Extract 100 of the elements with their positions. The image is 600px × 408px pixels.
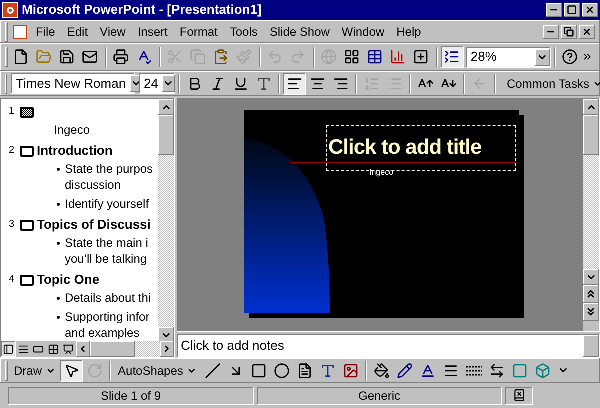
status-field: Slide 1 of 9 <box>8 386 254 404</box>
dash-style-icon <box>466 366 482 376</box>
clip-art-icon <box>342 362 359 378</box>
scroll-thumb[interactable] <box>158 115 174 155</box>
close-button[interactable] <box>582 3 598 17</box>
outline-slide-title[interactable]: Introduction <box>37 143 113 159</box>
title-placeholder[interactable]: Click to add title <box>326 125 516 171</box>
vertical-scrollbar[interactable] <box>158 99 174 343</box>
undo-icon <box>267 49 284 65</box>
new-document-icon <box>13 49 30 65</box>
slide-icon[interactable] <box>20 220 34 230</box>
previous-slide-icon[interactable] <box>585 288 597 300</box>
slide-number: 4 <box>9 273 16 287</box>
outline-text-line[interactable]: and examples <box>65 325 150 341</box>
pointer-icon <box>64 362 80 378</box>
outline-text-line[interactable]: Supporting infor <box>65 309 150 325</box>
slide-number: 3 <box>9 218 16 232</box>
outline-text-line[interactable]: Details about thi <box>65 290 152 306</box>
slide-view-icon <box>33 344 44 354</box>
slide-icon[interactable] <box>20 274 34 286</box>
vertical-scrollbar[interactable] <box>583 99 599 331</box>
maximize-icon <box>567 5 577 15</box>
outline-view-icon <box>18 344 29 354</box>
font-size-combo[interactable]: 24 <box>139 73 175 94</box>
bullet-icon <box>57 203 60 206</box>
menu-item[interactable]: File <box>30 22 62 40</box>
menu-item[interactable]: Tools <box>224 22 264 40</box>
normal-view-icon <box>3 344 14 354</box>
horizontal-scrollbar[interactable] <box>76 341 174 357</box>
draw-menu-button[interactable]: Draw <box>10 360 60 382</box>
outline-text-line[interactable]: State the main i <box>65 235 148 251</box>
bullet-icon <box>57 297 60 300</box>
line-color-icon <box>396 362 413 378</box>
close-icon <box>585 5 595 15</box>
outline-text-line[interactable]: discussion <box>65 177 154 193</box>
autoshapes-menu-button[interactable]: AutoShapes <box>114 360 202 382</box>
table-icon <box>367 49 384 65</box>
slide-sorter-icon <box>48 344 59 354</box>
rotate-icon <box>86 362 103 378</box>
align-center-icon <box>310 76 326 92</box>
outline-text-line[interactable]: State the purpos <box>65 161 154 177</box>
slide-number: 2 <box>9 144 16 158</box>
app-icon[interactable] <box>2 2 18 18</box>
slide-subtitle[interactable]: Ingeco <box>370 168 394 178</box>
rectangle-icon <box>250 362 267 378</box>
menu-item[interactable]: Format <box>174 22 224 40</box>
more-buttons-icon[interactable] <box>582 51 593 63</box>
close-button[interactable] <box>579 24 595 38</box>
copy-icon <box>190 49 206 65</box>
zoom-combo[interactable]: 28% <box>466 46 551 68</box>
outline-text-line[interactable]: you’ll be talking <box>65 251 148 267</box>
menu-item[interactable]: Insert <box>132 22 174 40</box>
outline-text-line[interactable]: Identify yourself <box>65 196 150 212</box>
promote-icon <box>472 76 488 92</box>
oval-icon <box>274 362 290 378</box>
slide-show-icon <box>63 344 74 354</box>
common-tasks-button[interactable]: Common Tasks <box>499 72 600 94</box>
fill-color-icon <box>374 362 390 378</box>
minimize-button[interactable] <box>546 3 562 17</box>
normal-view-button[interactable] <box>1 341 16 357</box>
expand-icon <box>444 49 460 65</box>
new-slide-icon <box>413 49 430 65</box>
folder-icon <box>36 49 52 65</box>
status-field: Generic <box>257 386 502 404</box>
menu-item[interactable]: View <box>94 22 132 40</box>
help-icon <box>562 49 578 65</box>
scroll-thumb[interactable] <box>583 115 599 155</box>
document-icon[interactable] <box>13 24 27 38</box>
expand-button[interactable] <box>440 46 464 68</box>
outline-text-line[interactable]: Ingeco <box>54 122 90 138</box>
menu-item[interactable]: Help <box>390 22 428 40</box>
close-icon <box>582 26 592 36</box>
align-right-icon <box>332 76 348 92</box>
menu-item[interactable]: Edit <box>61 22 94 40</box>
outline-slide-title[interactable]: Topics of Discussi <box>37 217 151 233</box>
chart-icon <box>390 49 406 65</box>
arrow-style-icon <box>488 362 505 378</box>
next-slide-icon[interactable] <box>585 306 597 318</box>
maximize-button[interactable] <box>564 3 580 17</box>
align-left-button[interactable] <box>283 72 306 94</box>
paste-icon <box>213 49 230 65</box>
spelling-status-icon <box>512 389 526 402</box>
bullet-icon <box>57 316 60 319</box>
underline-icon <box>232 76 248 92</box>
redo-icon <box>290 49 306 65</box>
slide[interactable]: Click to add title Ingeco <box>244 110 518 313</box>
slide-icon[interactable] <box>20 106 34 118</box>
outline-slide-title[interactable]: Topic One <box>37 272 100 288</box>
line-style-icon <box>442 362 459 378</box>
menu-item[interactable]: Slide Show <box>264 22 336 40</box>
scroll-thumb[interactable] <box>90 341 135 357</box>
pointer-button[interactable] <box>60 360 84 382</box>
globe-icon <box>321 49 338 65</box>
numbering-icon <box>364 76 380 92</box>
align-left-icon <box>286 76 302 92</box>
menu-item[interactable]: Window <box>336 22 391 40</box>
restore-icon <box>564 26 574 36</box>
minimize-button[interactable] <box>543 24 559 38</box>
restore-button[interactable] <box>561 24 577 38</box>
slide-icon[interactable] <box>20 146 34 156</box>
